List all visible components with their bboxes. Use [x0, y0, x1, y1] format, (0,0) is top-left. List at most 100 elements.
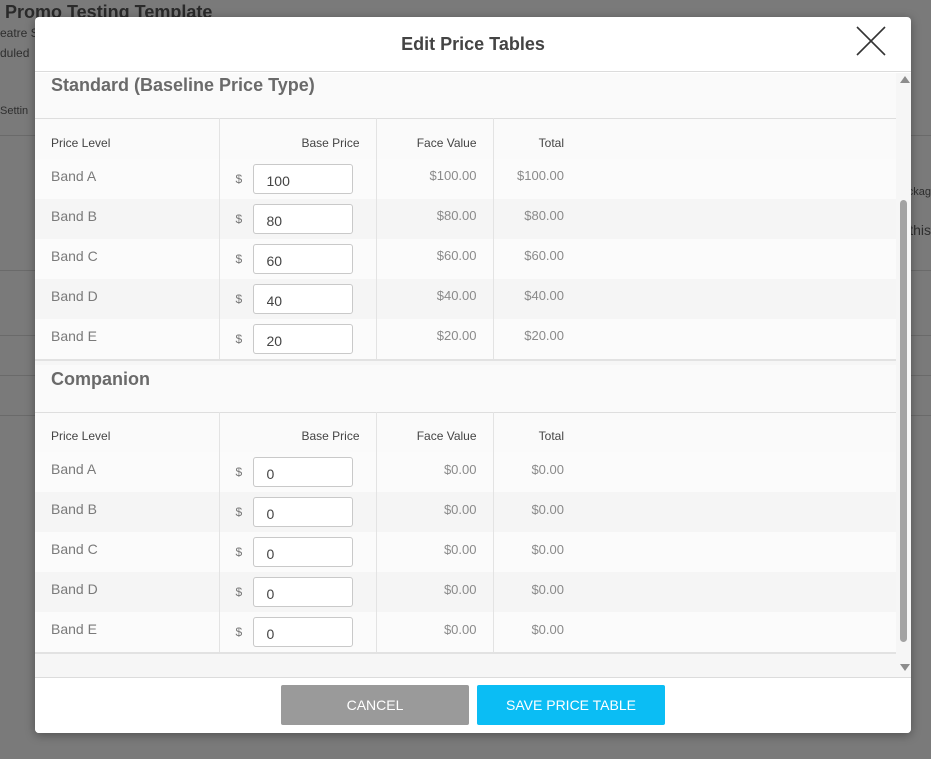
base-price-input[interactable]: [252, 283, 353, 314]
scroll-up-arrow-icon[interactable]: [900, 76, 910, 83]
column-header-base-price: Base Price: [219, 412, 377, 452]
base-price-cell: $: [219, 238, 377, 279]
base-price-cell: $: [219, 158, 377, 199]
base-price-input[interactable]: [252, 163, 353, 194]
base-price-input[interactable]: [252, 537, 353, 567]
base-price-cell: $: [219, 532, 377, 572]
row-spacer: [580, 532, 896, 572]
table-row: Band C $ $0.00$0.00: [35, 532, 896, 572]
column-header-spacer: [580, 412, 896, 452]
row-spacer: [580, 492, 896, 532]
section-title: Standard (Baseline Price Type): [51, 75, 315, 95]
face-value: $100.00: [376, 158, 494, 199]
total-value: $80.00: [493, 198, 580, 239]
price-level-label: Band E: [35, 318, 220, 359]
currency-symbol: $: [235, 625, 243, 639]
modal-header: Edit Price Tables: [35, 17, 911, 72]
base-price-cell: $: [219, 492, 377, 532]
base-price-cell: $: [219, 452, 377, 492]
base-price-input[interactable]: [252, 243, 353, 274]
table-row: Band C $ $60.00$60.00: [35, 238, 896, 279]
total-value: $0.00: [493, 612, 580, 652]
column-header-face-value: Face Value: [376, 118, 494, 159]
total-value: $40.00: [493, 278, 580, 319]
base-price-cell: $: [219, 278, 377, 319]
currency-symbol: $: [235, 585, 243, 599]
total-value: $60.00: [493, 238, 580, 279]
price-level-label: Band B: [35, 198, 220, 239]
column-header-total: Total: [538, 429, 564, 444]
column-header-price-level: Price Level: [35, 412, 220, 452]
table-row: Band B $ $80.00$80.00: [35, 198, 896, 239]
currency-symbol: $: [235, 211, 243, 226]
price-level-label: Band D: [35, 278, 220, 319]
cancel-button[interactable]: CANCEL: [281, 685, 469, 725]
total-value: $0.00: [493, 572, 580, 612]
price-level-label: Band C: [35, 532, 220, 572]
base-price-input[interactable]: [252, 497, 353, 527]
background-text-fragment: this: [909, 222, 931, 238]
background-package-label: ckag: [907, 186, 931, 198]
currency-symbol: $: [235, 505, 243, 519]
background-status: duled: [0, 46, 30, 60]
price-level-label: Band B: [35, 492, 220, 532]
column-header-total: Total: [538, 135, 564, 150]
modal-title: Edit Price Tables: [401, 34, 545, 54]
modal-footer: CANCEL SAVE PRICE TABLE: [35, 677, 911, 733]
face-value: $0.00: [376, 492, 494, 532]
row-spacer: [580, 572, 896, 612]
column-header-price-level: Price Level: [35, 118, 220, 159]
face-value: $0.00: [376, 452, 494, 492]
row-spacer: [580, 198, 896, 239]
price-table-section: Companion Price Level Base Price Face Value…: [35, 364, 896, 654]
total-value: $0.00: [493, 452, 580, 492]
face-value: $0.00: [376, 612, 494, 652]
column-header-face-value: Face Value: [376, 412, 494, 452]
column-header-base-price: Base Price: [219, 118, 377, 159]
currency-symbol: $: [235, 465, 243, 479]
background-subtitle: eatre S: [0, 26, 39, 40]
face-value: $0.00: [376, 572, 494, 612]
base-price-input[interactable]: [252, 617, 353, 647]
close-icon[interactable]: [855, 25, 887, 57]
currency-symbol: $: [235, 331, 243, 346]
price-level-label: Band C: [35, 238, 220, 279]
row-spacer: [580, 238, 896, 279]
face-value: $80.00: [376, 198, 494, 239]
scroll-thumb[interactable]: [900, 200, 907, 642]
price-table-section: Standard (Baseline Price Type) Price Leve…: [35, 73, 896, 361]
price-level-label: Band A: [35, 158, 220, 199]
face-value: $0.00: [376, 532, 494, 572]
base-price-input[interactable]: [252, 577, 353, 607]
price-tables-container: Standard (Baseline Price Type) Price Leve…: [35, 73, 896, 658]
base-price-cell: $: [219, 318, 377, 359]
total-value: $0.00: [493, 492, 580, 532]
row-spacer: [580, 452, 896, 492]
modal-body: Standard (Baseline Price Type) Price Leve…: [35, 73, 911, 677]
currency-symbol: $: [235, 251, 243, 266]
table-row: Band D $ $0.00$0.00: [35, 572, 896, 612]
table-row: Band A $ $0.00$0.00: [35, 452, 896, 492]
scroll-down-arrow-icon[interactable]: [900, 664, 910, 671]
save-price-table-button[interactable]: SAVE PRICE TABLE: [477, 685, 665, 725]
table-row: Band E $ $20.00$20.00: [35, 318, 896, 359]
price-table: Price Level Base Price Face Value Total Band…: [35, 118, 896, 359]
price-level-label: Band A: [35, 452, 220, 492]
price-level-label: Band D: [35, 572, 220, 612]
table-row: Band A $ $100.00$100.00: [35, 158, 896, 199]
section-title: Companion: [51, 368, 150, 389]
table-row: Band D $ $40.00$40.00: [35, 278, 896, 319]
total-value: $20.00: [493, 318, 580, 359]
base-price-input[interactable]: [252, 457, 353, 487]
edit-price-tables-modal: Edit Price Tables Standard (Baseline Pri…: [35, 17, 911, 733]
base-price-input[interactable]: [252, 203, 353, 234]
currency-symbol: $: [235, 291, 243, 306]
vertical-scrollbar[interactable]: [897, 73, 911, 677]
base-price-cell: $: [219, 572, 377, 612]
price-table: Price Level Base Price Face Value Total Band…: [35, 411, 896, 652]
background-settings-tab: Settin: [0, 105, 29, 117]
base-price-input[interactable]: [252, 323, 353, 354]
price-level-label: Band E: [35, 612, 220, 652]
currency-symbol: $: [235, 171, 243, 186]
currency-symbol: $: [235, 545, 243, 559]
